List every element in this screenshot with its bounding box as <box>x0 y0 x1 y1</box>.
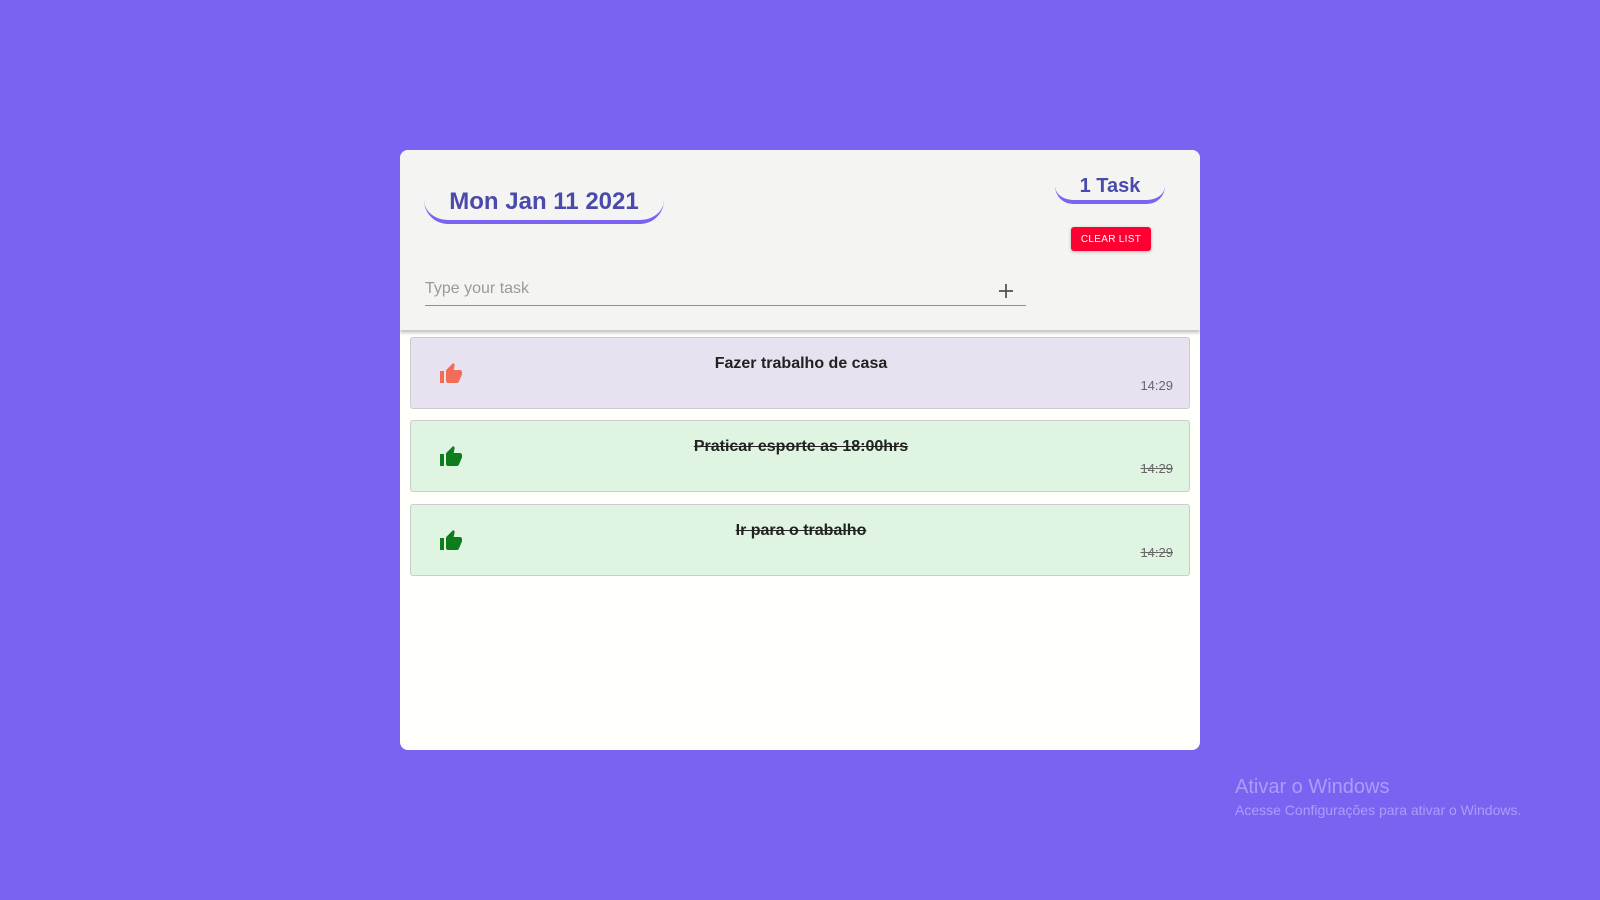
task-item[interactable]: Fazer trabalho de casa 14:29 <box>410 337 1190 409</box>
clear-list-button[interactable]: CLEAR LIST <box>1071 227 1151 251</box>
task-count-banner: 1 Task <box>1055 170 1165 204</box>
date-banner: Mon Jan 11 2021 <box>424 180 664 224</box>
task-time: 14:29 <box>1140 461 1173 476</box>
card-header: Mon Jan 11 2021 1 Task CLEAR LIST <box>400 150 1200 330</box>
input-underline <box>425 305 1026 306</box>
add-task-button[interactable] <box>992 277 1020 305</box>
task-input[interactable] <box>425 277 990 301</box>
task-text: Ir para o trabalho <box>735 522 867 539</box>
plus-icon <box>999 284 1013 298</box>
windows-activation-subtitle: Acesse Configurações para ativar o Windo… <box>1235 802 1522 818</box>
task-time: 14:29 <box>1140 545 1173 560</box>
windows-activation-title: Ativar o Windows <box>1235 776 1390 798</box>
task-text: Fazer trabalho de casa <box>714 355 888 372</box>
todo-card: Mon Jan 11 2021 1 Task CLEAR LIST Fazer … <box>400 150 1200 750</box>
task-item[interactable]: Praticar esporte as 18:00hrs 14:29 <box>410 420 1190 492</box>
task-count: 1 Task <box>1079 175 1141 197</box>
task-time: 14:29 <box>1140 378 1173 393</box>
date-title: Mon Jan 11 2021 <box>449 188 639 215</box>
task-text: Praticar esporte as 18:00hrs <box>693 438 909 455</box>
task-item[interactable]: Ir para o trabalho 14:29 <box>410 504 1190 576</box>
